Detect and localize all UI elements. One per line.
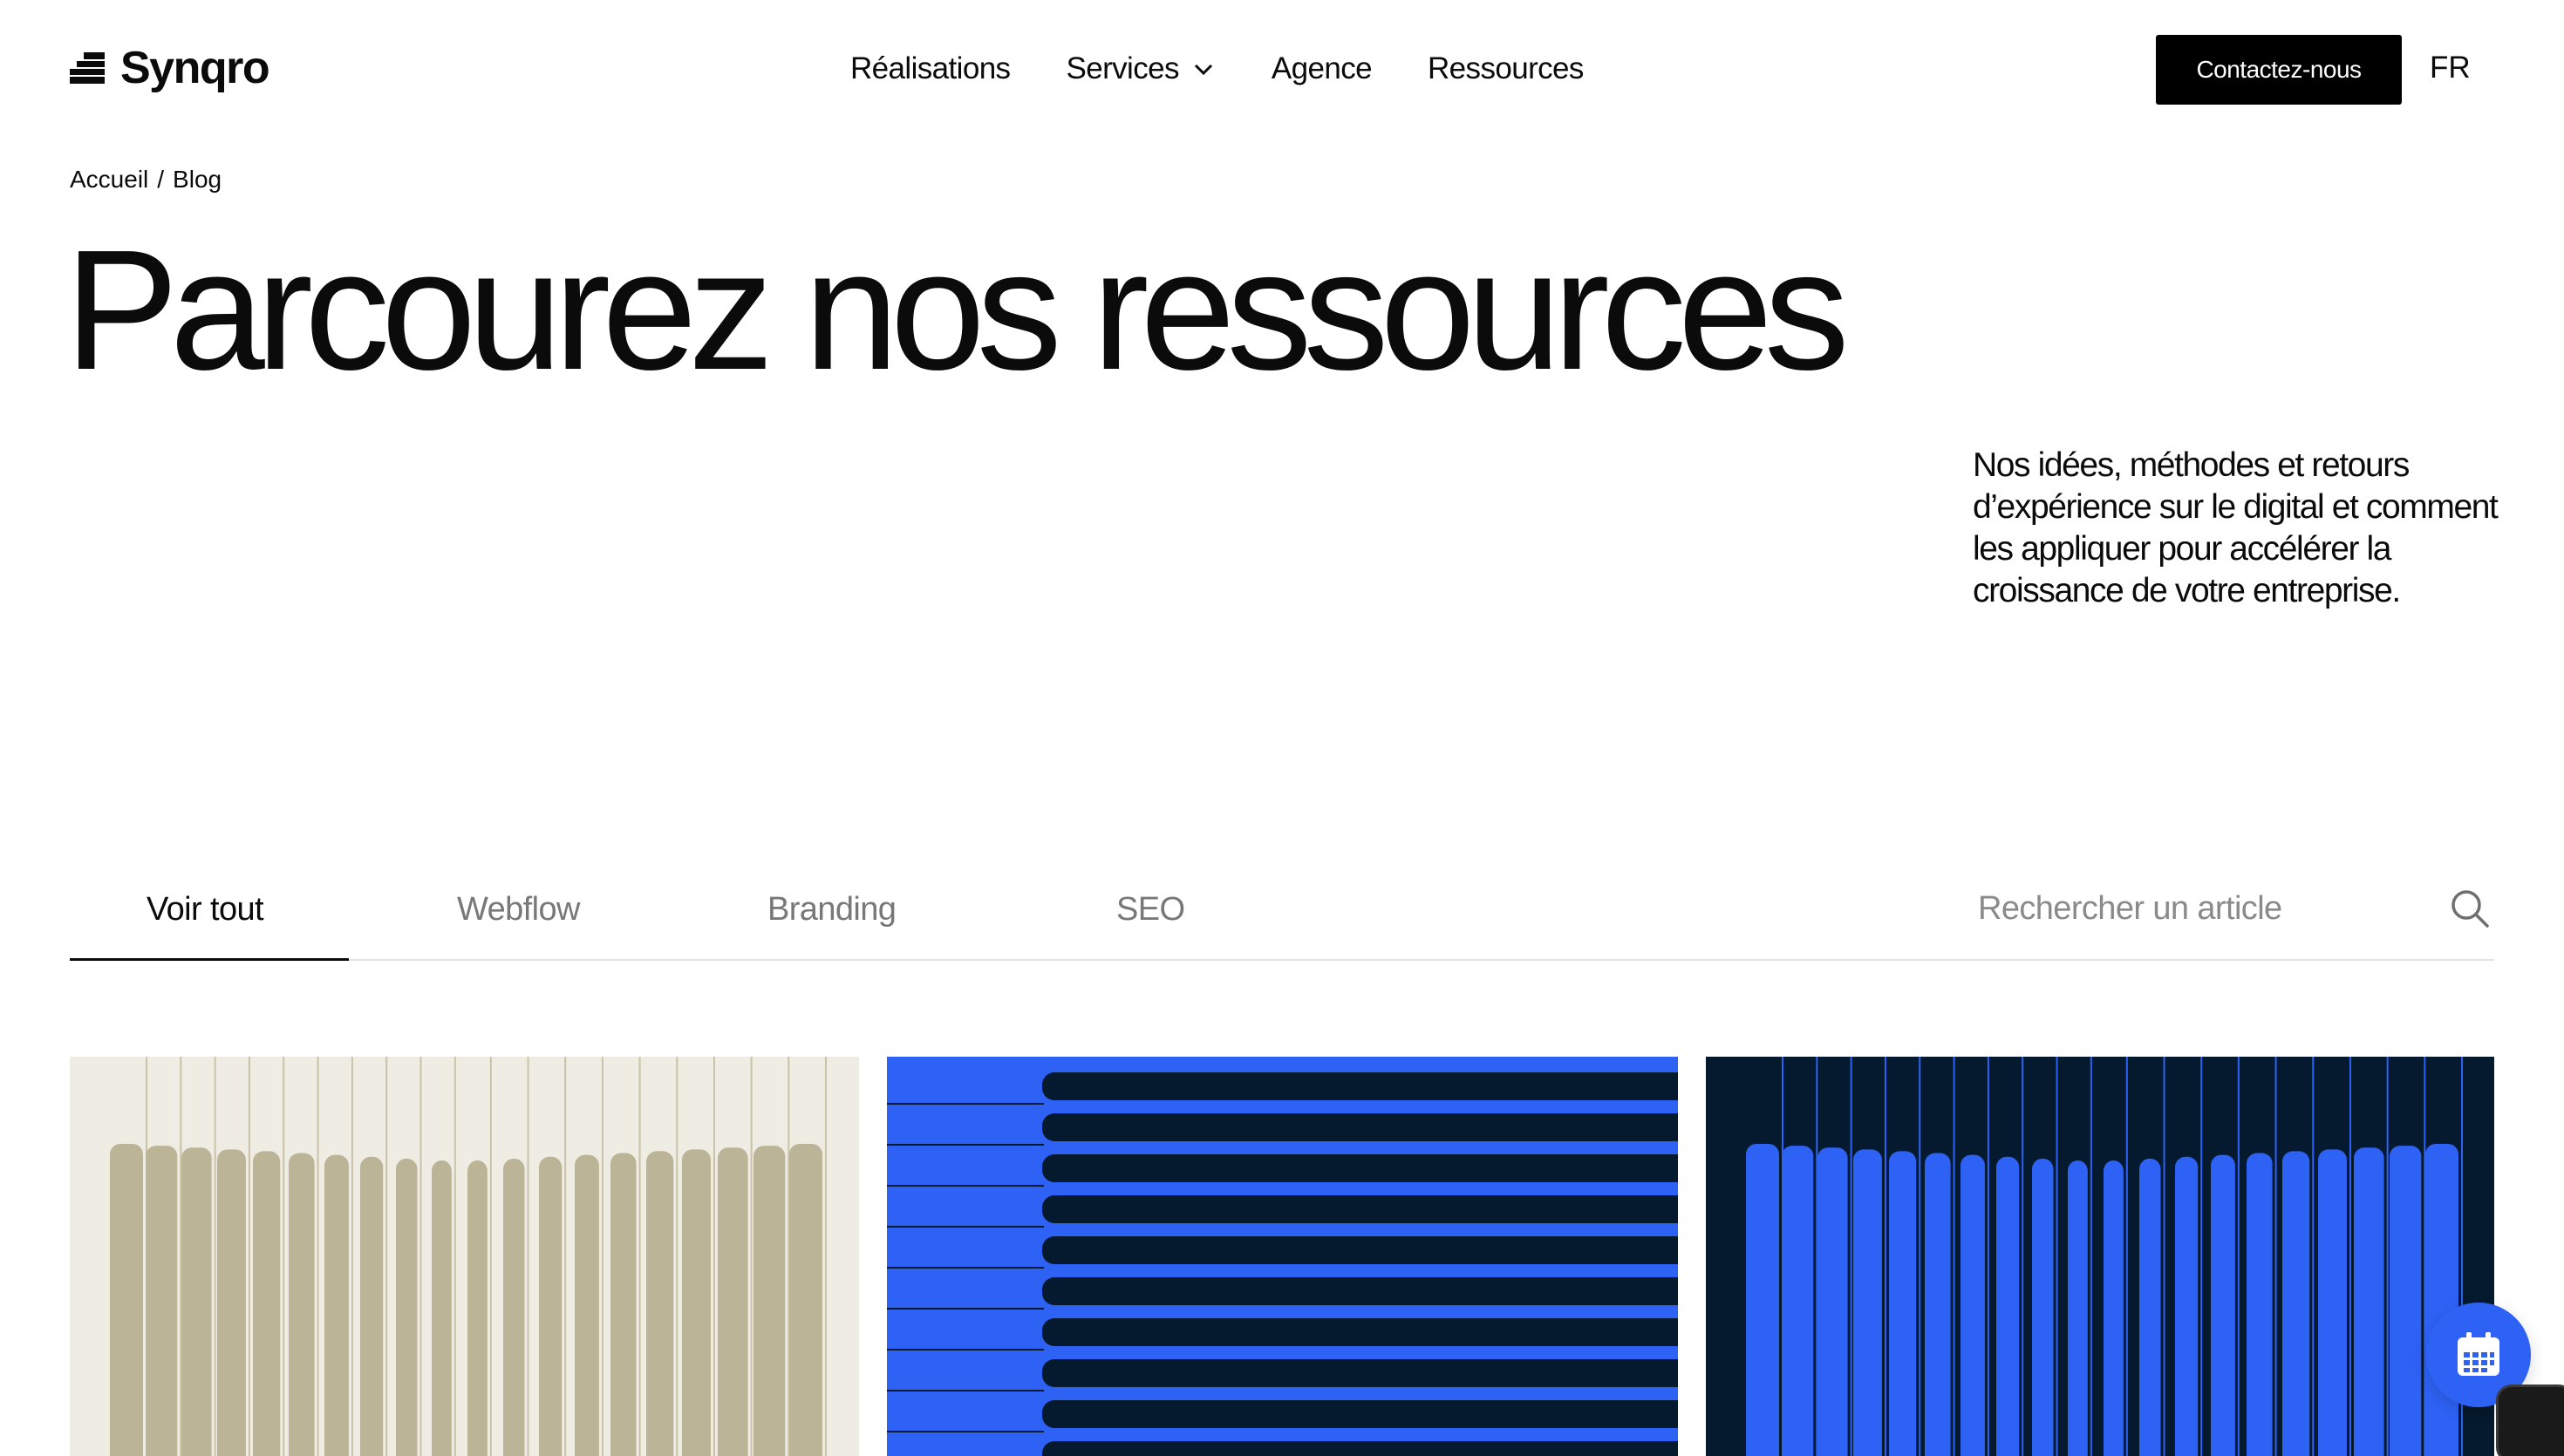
card-3-artwork: [1706, 1057, 2494, 1456]
card-2-artwork: [887, 1057, 1678, 1456]
page-title: Parcourez nos ressources: [65, 214, 1850, 405]
calendar-icon: [2458, 1332, 2499, 1376]
tab-branding[interactable]: Branding: [767, 891, 897, 929]
article-card-3[interactable]: [1706, 1057, 2494, 1456]
search-icon: [2451, 890, 2489, 928]
article-search: [1971, 877, 2494, 940]
logo-mark-icon: [70, 52, 105, 84]
site-header: Synqro Réalisations Services Agence Ress…: [0, 0, 2564, 139]
nav-item-agence[interactable]: Agence: [1272, 51, 1373, 86]
nav-item-services-label: Services: [1066, 51, 1179, 85]
search-input[interactable]: [1971, 889, 2424, 928]
contact-button[interactable]: Contactez-nous: [2156, 35, 2402, 105]
tab-seo[interactable]: SEO: [1116, 891, 1185, 929]
hero-description: Nos idées, méthodes et retours d’expérie…: [1973, 446, 2499, 609]
breadcrumb-separator: /: [157, 166, 165, 193]
breadcrumb-home-link[interactable]: Accueil: [70, 166, 148, 194]
article-card-1[interactable]: [70, 1057, 859, 1456]
card-1-artwork: [70, 1057, 859, 1456]
article-card-2[interactable]: [887, 1057, 1678, 1456]
breadcrumb-current: Blog: [173, 166, 222, 193]
nav-item-realisations[interactable]: Réalisations: [850, 51, 1011, 86]
breadcrumb: Accueil / Blog: [70, 166, 222, 194]
nav-item-services[interactable]: Services: [1066, 51, 1215, 86]
search-button[interactable]: [2445, 884, 2494, 933]
language-switcher[interactable]: FR: [2430, 51, 2471, 85]
chevron-down-icon: [1194, 64, 1212, 76]
nav-item-ressources[interactable]: Ressources: [1428, 51, 1584, 86]
active-tab-indicator: [70, 958, 349, 961]
corner-widget[interactable]: [2496, 1385, 2564, 1456]
tab-webflow[interactable]: Webflow: [457, 891, 580, 929]
brand-logo[interactable]: Synqro: [70, 43, 270, 93]
category-tabs: Voir tout Webflow Branding SEO: [70, 872, 2494, 961]
tab-voir-tout[interactable]: Voir tout: [147, 891, 264, 929]
main-nav: Réalisations Services Agence Ressources: [850, 47, 1584, 91]
brand-name: Synqro: [120, 43, 270, 93]
